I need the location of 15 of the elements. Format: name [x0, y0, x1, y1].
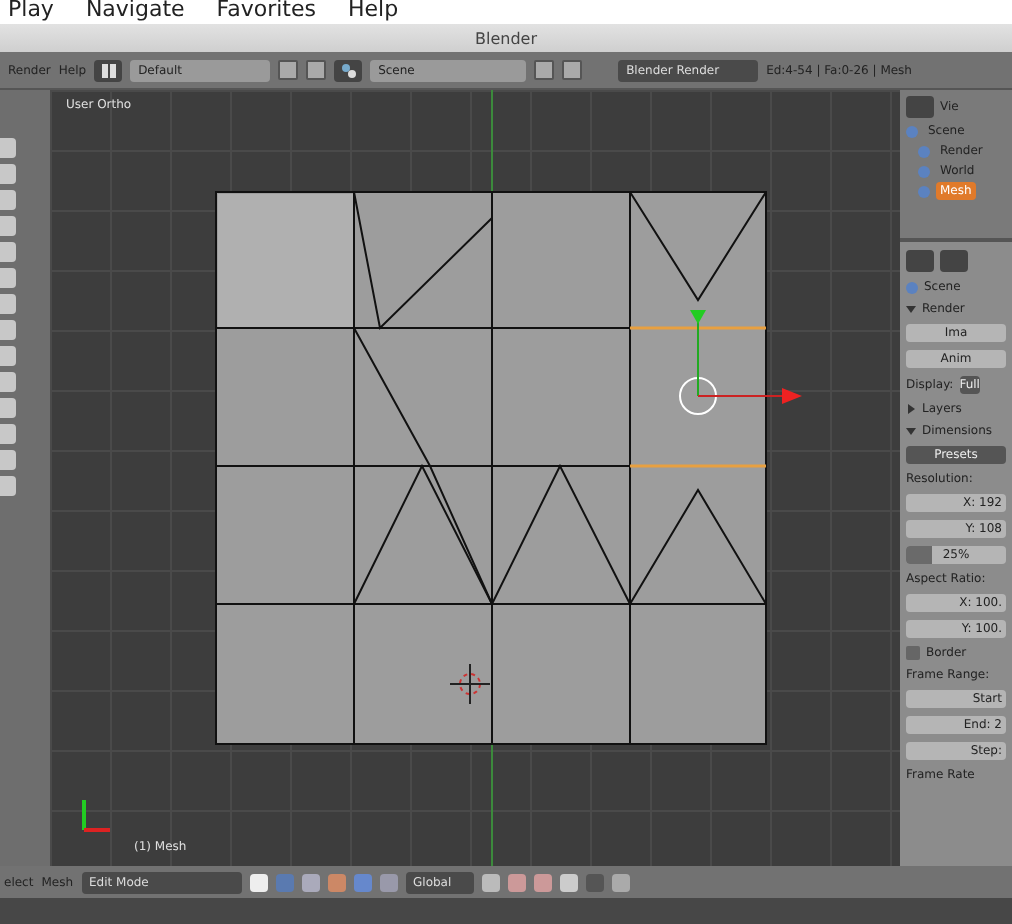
menu-item[interactable]: Favorites: [216, 0, 316, 24]
menu-item[interactable]: Help: [348, 0, 399, 24]
checkbox[interactable]: [906, 646, 920, 660]
menu-item[interactable]: Navigate: [85, 0, 185, 24]
collapsed-triangle-icon[interactable]: [906, 404, 916, 414]
move-gizmo[interactable]: [679, 310, 802, 415]
window-title: Blender: [475, 29, 537, 47]
menu-item[interactable]: Play: [8, 0, 54, 24]
scene-icon: [906, 281, 918, 293]
layout-icon[interactable]: [94, 59, 123, 81]
axis-icon: [82, 800, 110, 832]
scene-icon[interactable]: [334, 59, 363, 81]
expanded-triangle-icon[interactable]: [906, 426, 916, 436]
expanded-triangle-icon[interactable]: [906, 304, 916, 314]
3d-cursor-icon: [449, 663, 491, 705]
